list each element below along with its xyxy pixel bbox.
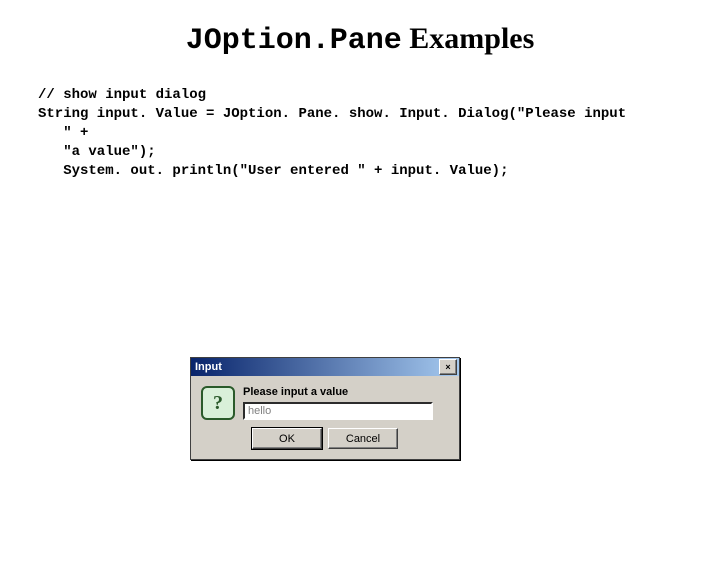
- title-word-part: Examples: [402, 22, 535, 55]
- close-icon: ×: [445, 363, 450, 372]
- code-example: // show input dialog String input. Value…: [38, 86, 720, 180]
- code-line: String input. Value = JOption. Pane. sho…: [38, 106, 626, 122]
- code-line: " +: [38, 125, 88, 141]
- ok-button[interactable]: OK: [252, 428, 322, 449]
- input-dialog-screenshot: Input × ? Please input a value OK Cancel: [190, 357, 460, 460]
- code-line: System. out. println("User entered " + i…: [38, 163, 508, 179]
- code-line: "a value");: [38, 144, 156, 160]
- question-icon: ?: [201, 386, 235, 420]
- dialog-title: Input: [195, 361, 222, 373]
- dialog-titlebar: Input ×: [191, 358, 459, 376]
- title-code-part: JOption.Pane: [186, 24, 402, 58]
- dialog-message: Please input a value: [243, 386, 449, 398]
- dialog-text-input[interactable]: [243, 402, 433, 420]
- slide-title: JOption.Pane Examples: [0, 22, 720, 58]
- code-line: // show input dialog: [38, 87, 206, 103]
- input-dialog: Input × ? Please input a value OK Cancel: [190, 357, 460, 460]
- dialog-button-row: OK Cancel: [191, 428, 459, 459]
- question-glyph: ?: [213, 392, 223, 415]
- cancel-button[interactable]: Cancel: [328, 428, 398, 449]
- dialog-content: Please input a value: [243, 386, 449, 420]
- dialog-body: ? Please input a value: [191, 376, 459, 428]
- close-button[interactable]: ×: [439, 359, 457, 375]
- dialog-icon-cell: ?: [201, 386, 233, 420]
